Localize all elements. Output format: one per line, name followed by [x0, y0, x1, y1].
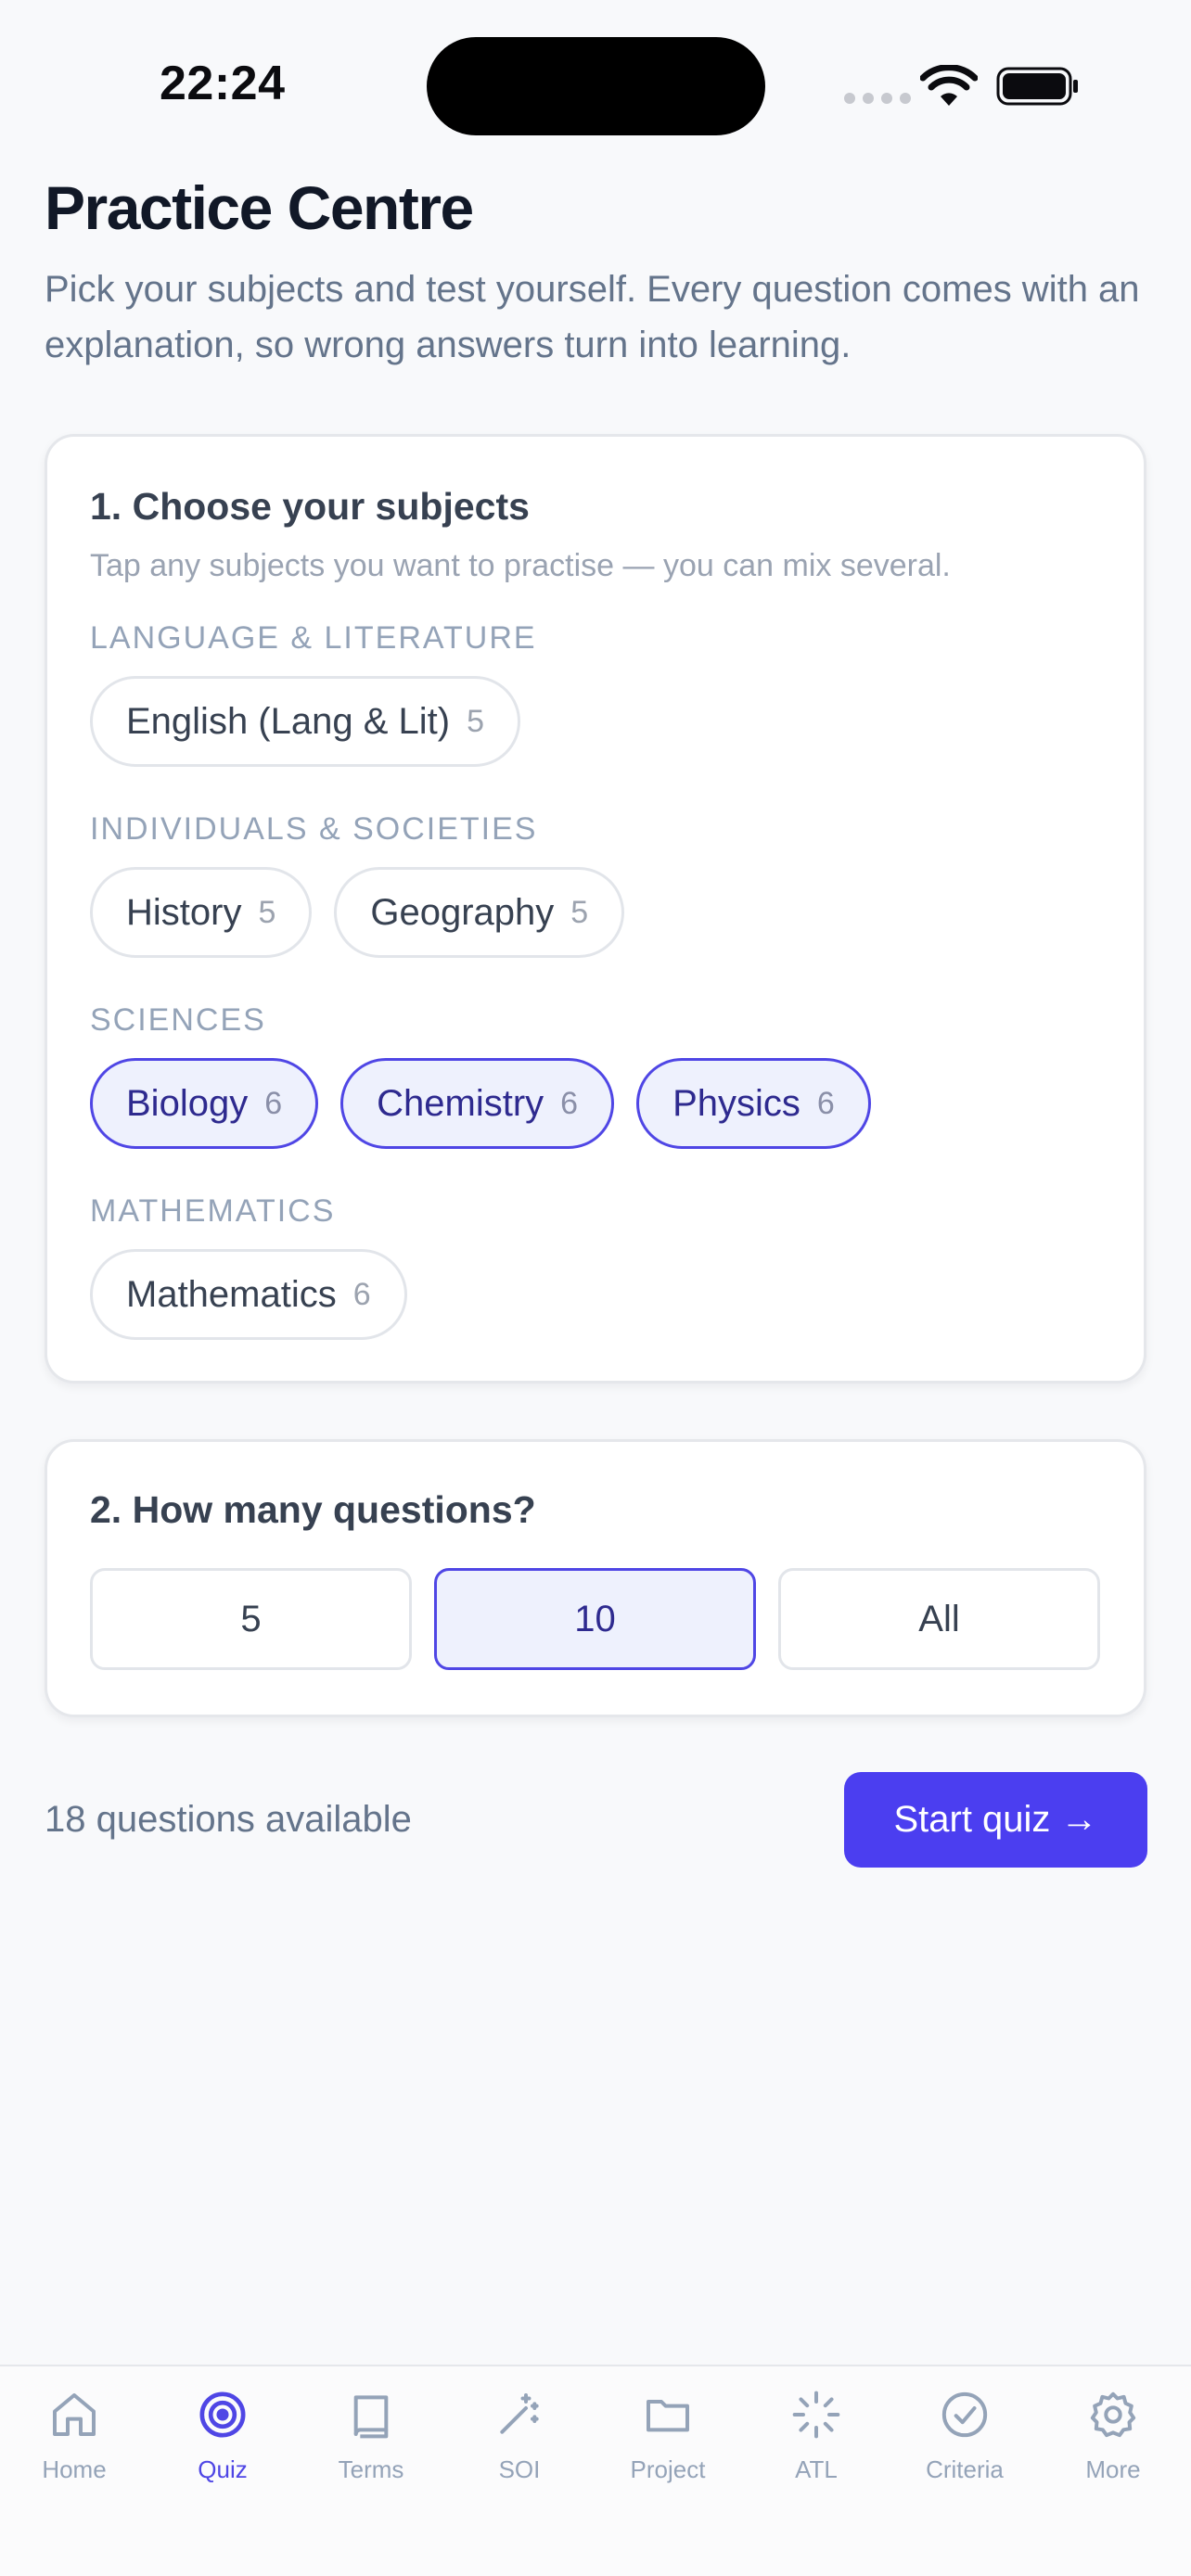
chip-row-mathematics: Mathematics 6	[90, 1249, 407, 1340]
chip-row-individuals-societies: History 5 Geography 5	[90, 867, 625, 958]
tab-label: Terms	[338, 2455, 404, 2483]
subject-chip-physics[interactable]: Physics 6	[636, 1058, 871, 1149]
question-count-heading: 2. How many questions?	[90, 1488, 536, 1531]
wand-icon	[500, 2393, 539, 2434]
count-option-10[interactable]: 10	[434, 1568, 756, 1670]
dynamic-island	[427, 37, 765, 135]
battery-icon	[996, 67, 1078, 106]
page-subtitle: Pick your subjects and test yourself. Ev…	[45, 269, 1140, 365]
tab-bar: Home Quiz Terms SOI Project ATL Criteria…	[0, 2365, 1191, 2576]
subject-chip-count: 5	[258, 894, 276, 930]
tab-label: Criteria	[926, 2455, 1004, 2483]
folder-icon	[647, 2400, 689, 2432]
start-quiz-button[interactable]: Start quiz →	[844, 1772, 1147, 1868]
group-label-individuals-societies: INDIVIDUALS & SOCIETIES	[90, 811, 538, 847]
book-icon	[353, 2395, 389, 2439]
subject-chip-count: 6	[816, 1085, 835, 1121]
count-option-5[interactable]: 5	[90, 1568, 412, 1670]
status-time: 22:24	[160, 57, 286, 110]
chip-row-sciences: Biology 6 Chemistry 6 Physics 6	[90, 1058, 871, 1149]
home-icon	[53, 2393, 96, 2436]
subjects-heading: 1. Choose your subjects	[90, 485, 530, 528]
tab-label: Project	[630, 2455, 706, 2483]
subject-chip-mathematics[interactable]: Mathematics 6	[90, 1249, 407, 1340]
wifi-icon	[920, 65, 978, 106]
tab-terms[interactable]: Terms	[297, 2389, 445, 2519]
tab-label: Quiz	[198, 2455, 248, 2483]
subject-chip-label: English (Lang & Lit)	[126, 700, 451, 742]
cellular-signal-icon	[844, 93, 911, 104]
questions-available-text: 18 questions available	[45, 1799, 412, 1840]
tab-soi[interactable]: SOI	[445, 2389, 594, 2519]
subjects-hint: Tap any subjects you want to practise — …	[90, 548, 951, 583]
tab-quiz[interactable]: Quiz	[148, 2389, 297, 2519]
page-title: Practice Centre	[45, 173, 474, 242]
tab-atl[interactable]: ATL	[742, 2389, 890, 2519]
subject-chip-label: History	[126, 891, 242, 933]
status-bar: 22:24	[0, 0, 1191, 139]
tab-label: Home	[42, 2455, 107, 2483]
subject-chip-label: Chemistry	[377, 1082, 544, 1124]
subject-chip-biology[interactable]: Biology 6	[90, 1058, 319, 1149]
tab-criteria[interactable]: Criteria	[890, 2389, 1039, 2519]
subject-chip-label: Biology	[126, 1082, 249, 1124]
subject-chip-count: 6	[352, 1276, 371, 1312]
subject-chip-count: 5	[467, 703, 485, 739]
tab-label: More	[1085, 2455, 1141, 2483]
tab-home[interactable]: Home	[0, 2389, 148, 2519]
subject-chip-geography[interactable]: Geography 5	[334, 867, 625, 958]
group-label-mathematics: MATHEMATICS	[90, 1193, 336, 1229]
subject-chip-label: Geography	[370, 891, 555, 933]
tab-project[interactable]: Project	[594, 2389, 742, 2519]
chip-row-language-literature: English (Lang & Lit) 5	[90, 676, 521, 767]
subject-chip-count: 6	[264, 1085, 283, 1121]
group-label-language-literature: LANGUAGE & LITERATURE	[90, 620, 537, 656]
tab-more[interactable]: More	[1039, 2389, 1187, 2519]
question-count-options: 5 10 All	[90, 1568, 1100, 1670]
subject-chip-chemistry[interactable]: Chemistry 6	[340, 1058, 615, 1149]
subject-chip-count: 6	[560, 1085, 579, 1121]
subject-chip-label: Mathematics	[126, 1273, 337, 1315]
subject-chip-count: 5	[570, 894, 589, 930]
group-label-sciences: SCIENCES	[90, 1002, 266, 1038]
tab-label: ATL	[795, 2455, 838, 2483]
tab-label: SOI	[498, 2455, 541, 2483]
subject-chip-history[interactable]: History 5	[90, 867, 313, 958]
count-option-all[interactable]: All	[778, 1568, 1100, 1670]
subjects-card: 1. Choose your subjects Tap any subjects…	[45, 434, 1146, 1384]
question-count-card: 2. How many questions? 5 10 All	[45, 1439, 1146, 1717]
check-circle-icon	[941, 2391, 988, 2438]
gear-icon	[1090, 2391, 1136, 2438]
loader-icon	[792, 2391, 840, 2439]
subject-chip-english[interactable]: English (Lang & Lit) 5	[90, 676, 521, 767]
practice-centre-screen: 22:24 Practice Centre Pick your subjects…	[0, 0, 1191, 2576]
target-icon	[199, 2391, 246, 2438]
subject-chip-label: Physics	[672, 1082, 800, 1124]
